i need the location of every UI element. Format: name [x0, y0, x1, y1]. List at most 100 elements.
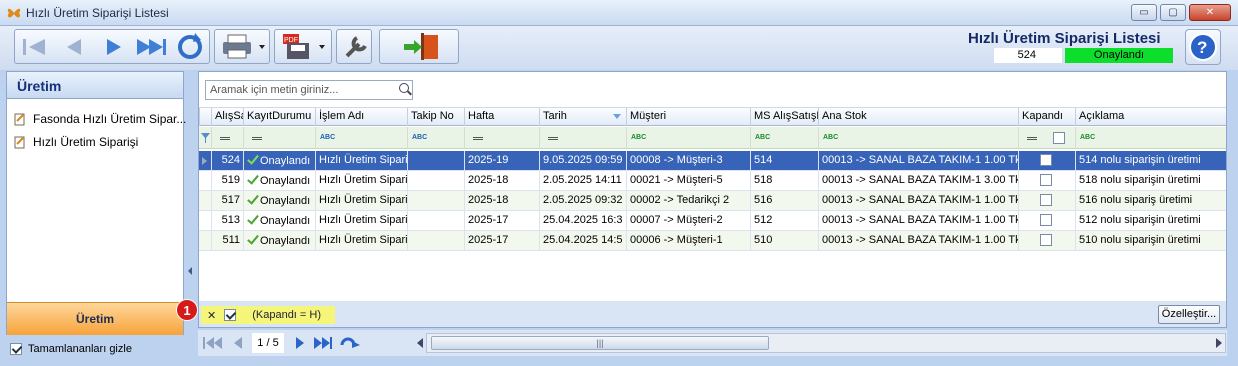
hide-completed-toggle[interactable]: Tamamlananları gizle — [10, 343, 132, 355]
active-filter[interactable]: ✕ (Kapandı = H) — [201, 306, 336, 324]
pdf-export-button[interactable]: PDF — [274, 29, 332, 64]
cell-ms: 512 — [750, 211, 818, 231]
table-row[interactable]: 524 Onaylandı Hızlı Üretim Siparişi 2025-19… — [199, 151, 1226, 171]
filter-cell[interactable]: ABC — [407, 127, 464, 149]
filter-cell[interactable]: ABC — [626, 127, 750, 149]
scroll-left-icon[interactable] — [417, 338, 423, 348]
table-row[interactable]: 517 Onaylandı Hızlı Üretim Siparişi 2025-18… — [199, 191, 1226, 211]
cell-kapandi — [1018, 191, 1075, 211]
cell-no: 511 — [211, 231, 243, 251]
nav-item-quick-order[interactable]: Hızlı Üretim Siparişi — [13, 133, 138, 151]
approved-check-icon — [247, 214, 257, 224]
collapse-arrow-icon[interactable] — [188, 267, 192, 275]
approved-check-icon — [247, 154, 257, 164]
closed-checkbox[interactable] — [1040, 234, 1052, 247]
cell-week: 2025-17 — [464, 231, 539, 251]
cell-cust: 00006 -> Müşteri-1 — [626, 231, 750, 251]
closed-checkbox[interactable] — [1040, 154, 1052, 167]
close-button[interactable]: ✕ — [1189, 4, 1231, 21]
column-header[interactable]: Hafta — [464, 108, 539, 126]
nav-next-last-refresh-icons[interactable] — [292, 335, 364, 351]
next-record-icon[interactable] — [107, 39, 121, 55]
scroll-right-icon[interactable] — [1216, 338, 1222, 348]
auto-filter-row: ABC ABC ABC ABC ABC ABC — [199, 127, 1226, 149]
nav-group-uretim[interactable]: Üretim — [7, 302, 183, 335]
grid-navigator: 1 / 5 ||| — [198, 330, 1227, 356]
filter-cell[interactable] — [539, 127, 626, 149]
scroll-thumb[interactable]: ||| — [431, 336, 769, 350]
column-header[interactable]: Ana Stok — [818, 108, 1018, 126]
cell-stock: 00013 -> SANAL BAZA TAKIM-1 1.00 Tk — [818, 231, 1018, 251]
filter-cell[interactable] — [211, 127, 243, 149]
cell-op: Hızlı Üretim Siparişi — [315, 151, 407, 171]
state-text: Onaylandı — [260, 215, 311, 227]
document-icon — [14, 113, 25, 126]
cell-state: Onaylandı — [243, 211, 315, 231]
previous-record-icon[interactable] — [67, 39, 81, 55]
cell-desc: 510 nolu siparişin üretimi — [1075, 231, 1226, 251]
cell-no: 513 — [211, 211, 243, 231]
column-header[interactable]: MS AlışSatışNo — [750, 108, 818, 126]
butterfly-icon — [7, 8, 21, 18]
kapandi-filter-checkbox[interactable] — [1053, 132, 1065, 144]
closed-checkbox[interactable] — [1040, 214, 1052, 227]
nav-item-fason-order[interactable]: Fasonda Hızlı Üretim Sipar... — [13, 110, 186, 128]
status-badge: Onaylandı — [1065, 48, 1173, 63]
closed-checkbox[interactable] — [1040, 174, 1052, 187]
last-record-icon[interactable] — [137, 39, 166, 55]
filter-cell[interactable]: ABC — [818, 127, 1018, 149]
table-row[interactable]: 519 Onaylandı Hızlı Üretim Siparişi 2025-18… — [199, 171, 1226, 191]
hide-completed-checkbox[interactable] — [10, 343, 22, 355]
cell-state: Onaylandı — [243, 191, 315, 211]
filter-cell[interactable] — [1018, 127, 1075, 149]
search-input[interactable]: Aramak için metin giriniz... — [205, 80, 413, 100]
column-header[interactable]: Kapandı — [1018, 108, 1075, 126]
table-row[interactable]: 511 Onaylandı Hızlı Üretim Siparişi 2025-17… — [199, 231, 1226, 251]
column-header[interactable]: Müşteri — [626, 108, 750, 126]
cell-track — [407, 231, 464, 251]
minimize-button[interactable]: ▭ — [1131, 4, 1157, 21]
column-header[interactable]: KayıtDurumu — [243, 108, 315, 126]
horizontal-scrollbar[interactable]: ||| — [417, 333, 1226, 353]
cell-week: 2025-17 — [464, 211, 539, 231]
column-header-row: AlışSa KayıtDurumu İşlem Adı Takip No Ha… — [199, 107, 1226, 126]
filter-cell[interactable] — [464, 127, 539, 149]
cell-date: 25.04.2025 16:3 — [539, 211, 626, 231]
column-header[interactable]: İşlem Adı — [315, 108, 407, 126]
cell-op: Hızlı Üretim Siparişi — [315, 211, 407, 231]
table-row[interactable]: 513 Onaylandı Hızlı Üretim Siparişi 2025-17… — [199, 211, 1226, 231]
cell-cust: 00021 -> Müşteri-5 — [626, 171, 750, 191]
cell-track — [407, 191, 464, 211]
cell-week: 2025-18 — [464, 171, 539, 191]
page-indicator: 1 / 5 — [252, 333, 284, 353]
page-title: Hızlı Üretim Siparişi Listesi — [968, 30, 1161, 47]
filter-expression: (Kapandı = H) — [252, 309, 322, 321]
filter-cell[interactable]: ABC — [315, 127, 407, 149]
filter-cell[interactable]: ABC — [750, 127, 818, 149]
customize-button[interactable]: Özelleştir... — [1158, 305, 1220, 324]
print-button[interactable] — [214, 29, 270, 64]
first-record-icon[interactable] — [23, 39, 45, 55]
clear-filter-icon[interactable]: ✕ — [207, 309, 216, 322]
refresh-icon[interactable] — [178, 33, 202, 59]
svg-text:PDF: PDF — [284, 37, 298, 44]
maximize-button[interactable]: ▢ — [1160, 4, 1186, 21]
column-header[interactable]: Takip No — [407, 108, 464, 126]
document-icon — [14, 136, 25, 149]
column-header[interactable]: Açıklama — [1075, 108, 1226, 126]
help-button[interactable]: ? — [1185, 29, 1221, 65]
exit-door-icon — [404, 33, 438, 60]
filter-enabled-checkbox[interactable] — [224, 309, 237, 321]
hide-completed-label: Tamamlananları gizle — [28, 343, 132, 355]
state-text: Onaylandı — [260, 195, 311, 207]
closed-checkbox[interactable] — [1040, 194, 1052, 207]
settings-button[interactable] — [336, 29, 372, 64]
filter-cell[interactable]: ABC — [1075, 127, 1226, 149]
cell-kapandi — [1018, 231, 1075, 251]
filter-cell[interactable] — [243, 127, 315, 149]
nav-first-prev-icons[interactable] — [202, 335, 250, 351]
column-header[interactable]: AlışSa — [211, 108, 243, 126]
cell-state: Onaylandı — [243, 231, 315, 251]
cell-date: 2.05.2025 09:32 — [539, 191, 626, 211]
exit-button[interactable] — [379, 29, 459, 64]
